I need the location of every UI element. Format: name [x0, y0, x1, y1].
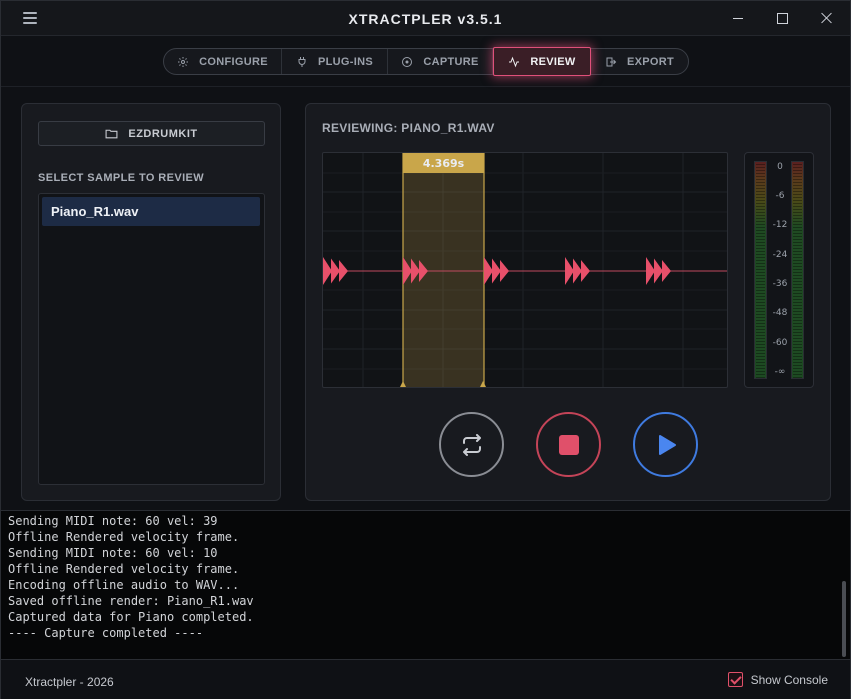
console-output[interactable]: Sending MIDI note: 60 vel: 39 Offline Re… [1, 510, 850, 660]
title-bar: XTRACTPLER v3.5.1 [1, 1, 850, 36]
waveform-transient [662, 260, 671, 282]
waveform-transient [573, 258, 582, 284]
waveform-icon [509, 56, 520, 67]
play-icon [658, 434, 676, 455]
review-panel: REVIEWING: PIANO_R1.WAV 4.369s 0 -6 -12 … [305, 103, 831, 501]
console-line: Offline Rendered velocity frame. [8, 562, 240, 576]
waveform-transient [331, 258, 340, 284]
waveform-transient [565, 257, 574, 285]
main-nav: CONFIGURE PLUG-INS CAPTURE REVIEW EXPORT [163, 47, 689, 76]
export-icon [606, 57, 617, 66]
tab-export-label: EXPORT [626, 55, 675, 68]
tab-configure[interactable]: CONFIGURE [164, 49, 282, 74]
stop-button[interactable] [536, 412, 601, 477]
kit-folder-button[interactable]: EZDRUMKIT [38, 121, 265, 146]
console-line: Captured data for Piano completed. [8, 610, 254, 624]
tab-configure-label: CONFIGURE [199, 55, 268, 68]
console-line: Encoding offline audio to WAV... [8, 578, 240, 592]
waveform-transient [581, 260, 590, 282]
meter-right-channel [791, 161, 804, 379]
console-line: ---- Capture completed ---- [8, 626, 204, 640]
meter-scale: 0 -6 -12 -24 -36 -48 -60 -∞ [769, 161, 791, 379]
tab-export[interactable]: EXPORT [591, 49, 688, 74]
stop-icon [558, 434, 579, 455]
waveform-transient [500, 260, 509, 282]
loop-icon [462, 433, 481, 456]
app-window: XTRACTPLER v3.5.1 CONFIGURE PLUG-INS CAP… [0, 0, 851, 699]
tab-review-label: REVIEW [530, 55, 576, 68]
nav-area: CONFIGURE PLUG-INS CAPTURE REVIEW EXPORT [1, 37, 850, 87]
console-scrollbar[interactable] [840, 513, 848, 659]
waveform-transient [323, 257, 332, 285]
waveform-transient [339, 260, 348, 282]
meter-tick: -∞ [774, 367, 786, 377]
tab-plug-ins-label: PLUG-INS [318, 55, 373, 68]
tab-review[interactable]: REVIEW [493, 47, 591, 76]
minimize-button[interactable] [714, 1, 760, 36]
plug-icon [298, 56, 306, 67]
waveform-transient [484, 257, 493, 285]
console-line: Offline Rendered velocity frame. [8, 530, 240, 544]
maximize-button[interactable] [758, 1, 804, 36]
footer: Xtractpler - 2026 Show Console [1, 661, 850, 699]
meter-tick: -24 [772, 250, 788, 260]
footer-copyright: Xtractpler - 2026 [25, 675, 114, 689]
waveform-transient [646, 257, 655, 285]
waveform-transient [492, 258, 501, 284]
meter-tick: -12 [772, 220, 788, 230]
meter-tick: -48 [772, 308, 788, 318]
selection-duration-label: 4.369s [423, 157, 465, 170]
console-line: Sending MIDI note: 60 vel: 10 [8, 546, 218, 560]
play-button[interactable] [633, 412, 698, 477]
transport-controls [439, 412, 699, 478]
show-console-label: Show Console [750, 672, 828, 687]
meter-tick: -36 [772, 279, 788, 289]
reviewing-title: REVIEWING: PIANO_R1.WAV [322, 121, 495, 135]
select-sample-label: SELECT SAMPLE TO REVIEW [38, 172, 205, 184]
meter-tick: -6 [775, 191, 785, 201]
tab-capture[interactable]: CAPTURE [388, 49, 493, 74]
level-meter: 0 -6 -12 -24 -36 -48 -60 -∞ [744, 152, 814, 388]
sample-panel: EZDRUMKIT SELECT SAMPLE TO REVIEW Piano_… [21, 103, 281, 501]
tab-capture-label: CAPTURE [423, 55, 479, 68]
kit-folder-label: EZDRUMKIT [128, 127, 198, 140]
record-icon [402, 56, 413, 67]
sample-list-item[interactable]: Piano_R1.wav [42, 197, 260, 226]
loop-button[interactable] [439, 412, 504, 477]
close-button[interactable] [804, 1, 850, 36]
waveform-transient [654, 258, 663, 284]
gear-icon [178, 56, 189, 67]
meter-tick: 0 [777, 162, 783, 172]
console-scroll-thumb[interactable] [842, 581, 846, 657]
waveform-view[interactable]: 4.369s [322, 152, 728, 388]
show-console-toggle[interactable]: Show Console [727, 672, 828, 687]
console-line: Saved offline render: Piano_R1.wav [8, 594, 254, 608]
show-console-checkbox[interactable] [727, 672, 743, 687]
console-line: Sending MIDI note: 60 vel: 39 [8, 514, 218, 528]
meter-tick: -60 [772, 338, 788, 348]
waveform-canvas: 4.369s [323, 153, 727, 387]
folder-icon [105, 129, 118, 139]
console-log: Sending MIDI note: 60 vel: 39 Offline Re… [8, 513, 254, 641]
tab-plug-ins[interactable]: PLUG-INS [282, 49, 388, 74]
meter-left-channel [754, 161, 767, 379]
sample-list: Piano_R1.wav [38, 193, 265, 485]
